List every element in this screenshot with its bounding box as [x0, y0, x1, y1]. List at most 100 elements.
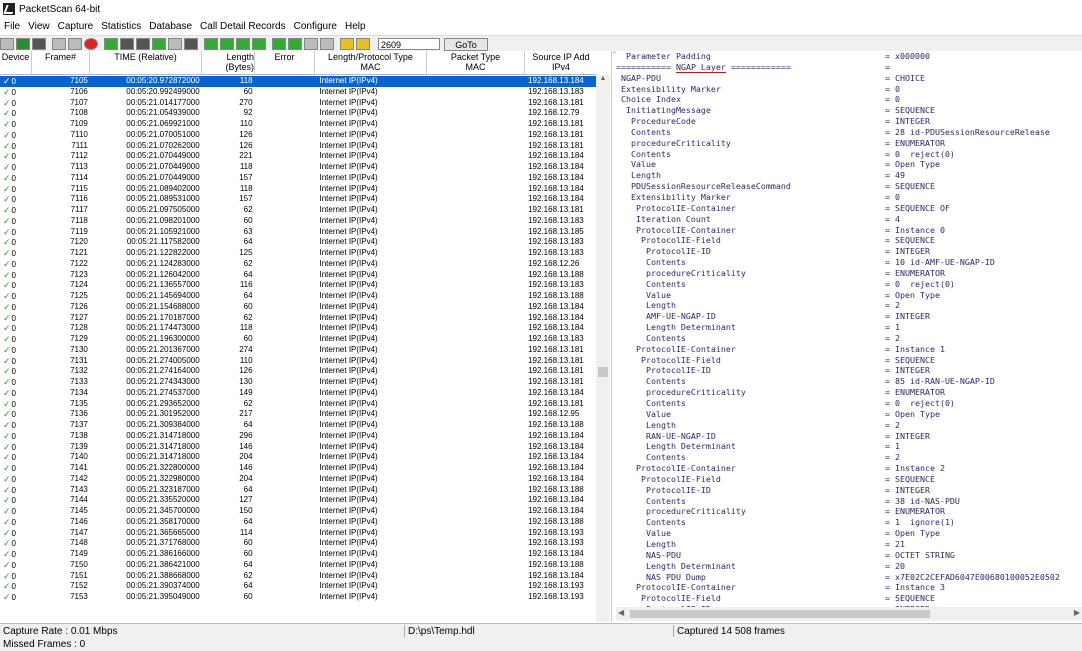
- packet-row[interactable]: ✓0 7144 00:05:21.335520000 127 Internet IP(I…: [0, 495, 596, 506]
- header-device[interactable]: Device: [0, 51, 32, 74]
- menu-file[interactable]: File: [0, 18, 24, 35]
- header-packet-type[interactable]: Packet Type MAC: [427, 51, 525, 74]
- packet-row[interactable]: ✓0 7114 00:05:21.070449000 157 Internet IP(I…: [0, 173, 596, 184]
- header-error[interactable]: Error: [255, 51, 315, 74]
- packet-row[interactable]: ✓0 7115 00:05:21.089402000 118 Internet IP(I…: [0, 184, 596, 195]
- detail-line[interactable]: procedureCriticality = ENUMERATOR: [616, 268, 1082, 279]
- scroll-up-icon[interactable]: ▲: [596, 75, 610, 85]
- detail-line[interactable]: Contents = 0 reject(0): [616, 398, 1082, 409]
- detail-line[interactable]: Contents = 1 ignore(1): [616, 517, 1082, 528]
- detail-line[interactable]: Contents = 0 reject(0): [616, 149, 1082, 160]
- detail-line[interactable]: procedureCriticality = ENUMERATOR: [616, 506, 1082, 517]
- packet-row[interactable]: ✓0 7125 00:05:21.145694000 64 Internet IP(IP…: [0, 291, 596, 302]
- detail-line[interactable]: Value = Open Type: [616, 159, 1082, 170]
- settings-icon[interactable]: [184, 38, 198, 50]
- detail-line[interactable]: procedureCriticality = ENUMERATOR: [616, 138, 1082, 149]
- detail-line[interactable]: =========== NGAP Layer ============ =: [616, 61, 1082, 73]
- scroll-right-icon[interactable]: ▶: [1074, 608, 1080, 617]
- detail-horizontal-scrollbar[interactable]: ◀ ▶: [616, 607, 1082, 621]
- last-frame-icon[interactable]: [252, 38, 266, 50]
- detail-line[interactable]: Length = 2: [616, 300, 1082, 311]
- packet-row[interactable]: ✓0 7110 00:05:21.070051000 126 Internet IP(I…: [0, 130, 596, 141]
- packet-row[interactable]: ✓0 7112 00:05:21.070449000 221 Internet IP(I…: [0, 151, 596, 162]
- detail-line[interactable]: ProtocolIE-Field = SEQUENCE: [616, 593, 1082, 604]
- copy-icon[interactable]: [120, 38, 134, 50]
- detail-line[interactable]: ProtocolIE-Field = SEQUENCE: [616, 355, 1082, 366]
- detail-line[interactable]: Contents = 28 id-PDUSessionResourceReleas…: [616, 127, 1082, 138]
- packet-row[interactable]: ✓0 7107 00:05:21.014177000 270 Internet IP(I…: [0, 98, 596, 109]
- packet-row[interactable]: ✓0 7118 00:05:21.098201000 60 Internet IP(IP…: [0, 216, 596, 227]
- detail-line[interactable]: ProtocolIE-ID = INTEGER: [616, 246, 1082, 257]
- detail-line[interactable]: ProtocolIE-Field = SEQUENCE: [616, 235, 1082, 246]
- detail-line[interactable]: ProtocolIE-Container = Instance 0: [616, 225, 1082, 236]
- detail-line[interactable]: ProcedureCode = INTEGER: [616, 116, 1082, 127]
- packet-row[interactable]: ✓0 7113 00:05:21.070449000 118 Internet IP(I…: [0, 162, 596, 173]
- protocol-tree-icon[interactable]: [272, 38, 286, 50]
- packet-row[interactable]: ✓0 7126 00:05:21.154688000 60 Internet IP(IP…: [0, 302, 596, 313]
- detail-line[interactable]: Parameter Padding = x000000: [616, 51, 1082, 62]
- detail-line[interactable]: AMF-UE-NGAP-ID = INTEGER: [616, 311, 1082, 322]
- detail-line[interactable]: ProtocolIE-Container = SEQUENCE OF: [616, 203, 1082, 214]
- packet-row[interactable]: ✓0 7140 00:05:21.314718000 204 Internet IP(I…: [0, 452, 596, 463]
- detail-line[interactable]: NGAP-PDU = CHOICE: [616, 73, 1082, 84]
- paste-icon[interactable]: [136, 38, 150, 50]
- menu-configure[interactable]: Configure: [290, 18, 341, 35]
- first-frame-icon[interactable]: [204, 38, 218, 50]
- detail-line[interactable]: Contents = 2: [616, 452, 1082, 463]
- header-protocol-type[interactable]: Length/Protocol Type MAC: [315, 51, 427, 74]
- packet-row[interactable]: ✓0 7111 00:05:21.070262000 126 Internet IP(I…: [0, 141, 596, 152]
- detail-line[interactable]: procedureCriticality = ENUMERATOR: [616, 387, 1082, 398]
- menu-call-detail-records[interactable]: Call Detail Records: [196, 18, 290, 35]
- open-icon[interactable]: [0, 38, 14, 50]
- export-icon[interactable]: [152, 38, 166, 50]
- grid-icon[interactable]: [168, 38, 182, 50]
- packet-row[interactable]: ✓0 7121 00:05:21.122822000 125 Internet IP(I…: [0, 248, 596, 259]
- detail-line[interactable]: ProtocolIE-Container = Instance 2: [616, 463, 1082, 474]
- menu-capture[interactable]: Capture: [54, 18, 98, 35]
- packet-row[interactable]: ✓0 7137 00:05:21.309384000 64 Internet IP(IP…: [0, 420, 596, 431]
- detail-line[interactable]: Length = 49: [616, 170, 1082, 181]
- packet-row[interactable]: ✓0 7122 00:05:21.124283000 62 Internet IP(IP…: [0, 259, 596, 270]
- scroll-left-icon[interactable]: ◀: [618, 608, 624, 617]
- packet-row[interactable]: ✓0 7123 00:05:21.126042000 64 Internet IP(IP…: [0, 270, 596, 281]
- detail-line[interactable]: Length = 21: [616, 539, 1082, 550]
- detail-line[interactable]: Length Determinant = 1: [616, 322, 1082, 333]
- packet-row[interactable]: ✓0 7135 00:05:21.293652000 62 Internet IP(IP…: [0, 399, 596, 410]
- packet-row[interactable]: ✓0 7148 00:05:21.371768000 60 Internet IP(IP…: [0, 538, 596, 549]
- detail-line[interactable]: ProtocolIE-ID = INTEGER: [616, 485, 1082, 496]
- packet-row[interactable]: ✓0 7132 00:05:21.274164000 126 Internet IP(I…: [0, 366, 596, 377]
- detail-line[interactable]: Contents = 2: [616, 333, 1082, 344]
- packet-row[interactable]: ✓0 7109 00:05:21.069921000 110 Internet IP(I…: [0, 119, 596, 130]
- packet-row[interactable]: ✓0 7120 00:05:21.117582000 64 Internet IP(IP…: [0, 237, 596, 248]
- detail-line[interactable]: Value = Open Type: [616, 528, 1082, 539]
- packet-row[interactable]: ✓0 7134 00:05:21.274537000 149 Internet IP(I…: [0, 388, 596, 399]
- report-icon[interactable]: [340, 38, 354, 50]
- packet-row[interactable]: ✓0 7108 00:05:21.054939000 92 Internet IP(IP…: [0, 108, 596, 119]
- packet-row[interactable]: ✓0 7141 00:05:21.322800000 146 Internet IP(I…: [0, 463, 596, 474]
- packet-row[interactable]: ✓0 7127 00:05:21.170187000 62 Internet IP(IP…: [0, 313, 596, 324]
- packet-list-vertical-scrollbar[interactable]: ▲ ▼: [596, 75, 610, 622]
- filter-icon[interactable]: [68, 38, 82, 50]
- detail-line[interactable]: Extensibility Marker = 0: [616, 84, 1082, 95]
- packet-row[interactable]: ✓0 7142 00:05:21.322980000 204 Internet IP(I…: [0, 474, 596, 485]
- detail-line[interactable]: Choice Index = 0: [616, 94, 1082, 105]
- packet-row[interactable]: ✓0 7116 00:05:21.089531000 157 Internet IP(I…: [0, 194, 596, 205]
- packet-row[interactable]: ✓0 7128 00:05:21.174473000 118 Internet IP(I…: [0, 323, 596, 334]
- header-source-ip[interactable]: Source IP Add IPv4: [525, 51, 597, 74]
- help-icon[interactable]: [356, 38, 370, 50]
- packet-row[interactable]: ✓0 7149 00:05:21.386166000 60 Internet IP(IP…: [0, 549, 596, 560]
- packet-row[interactable]: ✓0 7133 00:05:21.274343000 130 Internet IP(I…: [0, 377, 596, 388]
- goto-button[interactable]: GoTo: [444, 37, 488, 51]
- packet-row[interactable]: ✓0 7106 00:05:20.992499000 60 Internet IP(IP…: [0, 87, 596, 98]
- packet-row[interactable]: ✓0 7136 00:05:21.301952000 217 Internet IP(I…: [0, 409, 596, 420]
- detail-line[interactable]: ProtocolIE-ID = INTEGER: [616, 365, 1082, 376]
- detail-line[interactable]: Extensibility Marker = 0: [616, 192, 1082, 203]
- detail-line[interactable]: Contents = 85 id-RAN-UE-NGAP-ID: [616, 376, 1082, 387]
- prev-frame-icon[interactable]: [220, 38, 234, 50]
- detail-line[interactable]: PDUSessionResourceReleaseCommand = SEQUEN…: [616, 181, 1082, 192]
- stop-icon[interactable]: [84, 38, 98, 50]
- detail-line[interactable]: Length = 2: [616, 420, 1082, 431]
- frame-number-input[interactable]: 2609: [378, 38, 440, 50]
- detail-line[interactable]: Iteration Count = 4: [616, 214, 1082, 225]
- detail-line[interactable]: NAS-PDU = OCTET STRING: [616, 550, 1082, 561]
